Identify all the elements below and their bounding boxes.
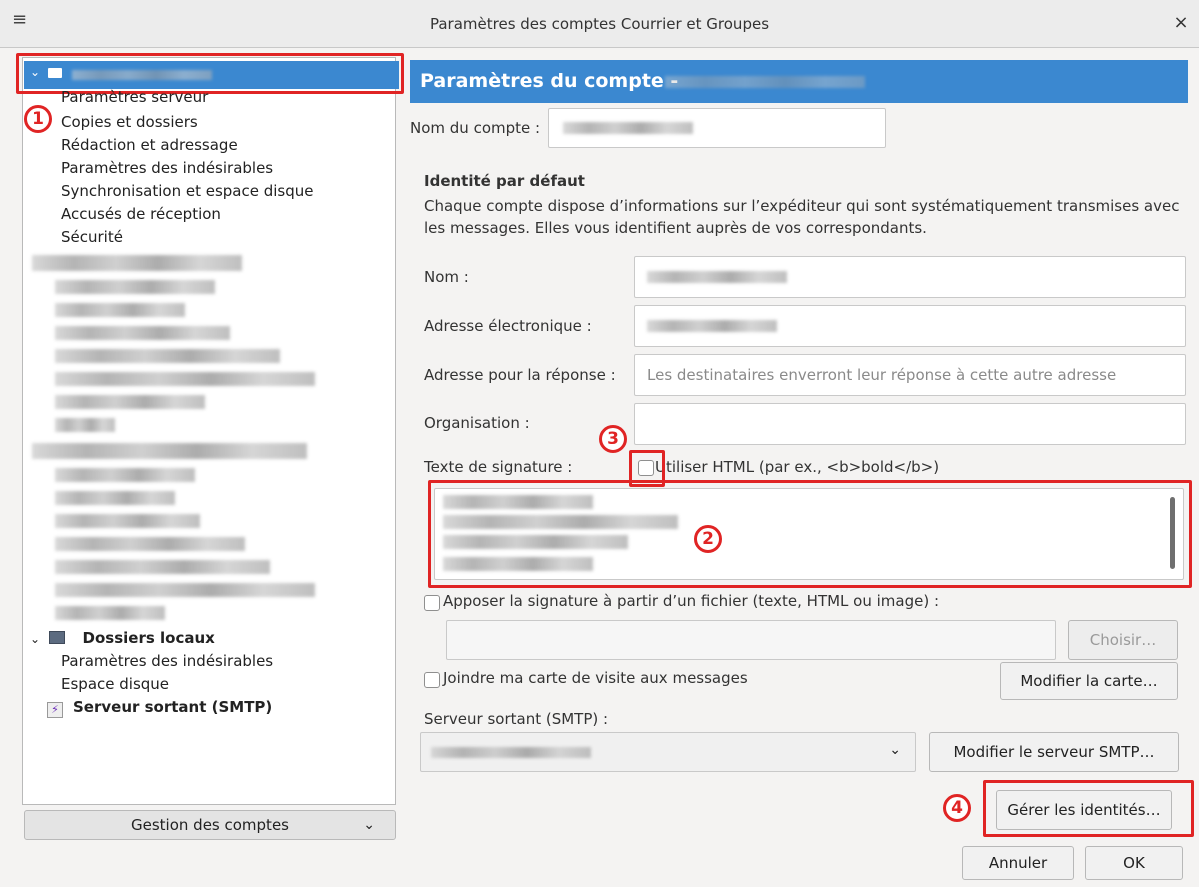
chevron-down-icon[interactable]: ⌄ [30,632,40,646]
redacted-tree-row [55,560,270,574]
tree-item-sync-disk[interactable]: Synchronisation et espace disque [61,180,314,202]
attach-vcard-checkbox[interactable] [424,672,440,688]
account-header-title: Paramètres du compte - [420,70,679,92]
redacted-tree-row [55,514,200,528]
smtp-select-label: Serveur sortant (SMTP) : [424,710,609,728]
redacted-tree-row [55,372,315,386]
edit-smtp-button[interactable]: Modifier le serveur SMTP… [929,732,1179,772]
use-html-label[interactable]: Utiliser HTML (par ex., <b>bold</b>) [655,458,939,476]
local-folders-label: Dossiers locaux [82,629,215,647]
redacted-tree-row [55,326,230,340]
tree-item-receipts[interactable]: Accusés de réception [61,203,221,225]
signature-file-checkbox[interactable] [424,595,440,611]
account-actions-label: Gestion des comptes [131,816,289,834]
redacted-smtp-server [431,747,591,758]
chevron-down-icon: ⌄ [363,817,375,833]
cancel-button[interactable]: Annuler [962,846,1074,880]
redacted-tree-row [55,395,205,409]
tree-item-local-folders[interactable]: ⌄ Dossiers locaux [30,627,215,650]
redacted-tree-row [32,443,307,459]
account-name-input[interactable] [548,108,886,148]
reply-to-label: Adresse pour la réponse : [424,366,616,384]
tree-item-composition[interactable]: Rédaction et adressage [61,134,238,156]
tree-item-copies-folders[interactable]: Copies et dossiers [61,111,198,133]
attach-vcard-label[interactable]: Joindre ma carte de visite aux messages [443,669,748,687]
tree-item-server-settings[interactable]: Paramètres serveur [61,86,208,108]
redacted-account-name [563,122,693,134]
window-title: Paramètres des comptes Courrier et Group… [429,15,770,33]
tree-item-disk-space[interactable]: Espace disque [61,673,169,695]
identity-description-line1: Chaque compte dispose d’informations sur… [424,197,1180,215]
redacted-tree-row [55,583,315,597]
edit-card-button[interactable]: Modifier la carte… [1000,662,1178,700]
identity-description-line2: les messages. Elles vous identifient aup… [424,219,927,237]
redacted-tree-row [55,418,115,432]
annotation-badge-3: 3 [599,425,627,453]
redacted-name [647,271,787,283]
annotation-box-identities [983,780,1194,837]
choose-file-button[interactable]: Choisir… [1068,620,1178,660]
computer-icon [49,631,66,644]
signature-file-label[interactable]: Apposer la signature à partir d’un fichi… [443,592,939,610]
redacted-tree-row [32,255,242,271]
smtp-server-icon: ⚡ [47,702,63,718]
organization-input[interactable] [634,403,1186,445]
tree-item-local-junk[interactable]: Paramètres des indésirables [61,650,273,672]
email-input[interactable] [634,305,1186,347]
redacted-tree-row [55,303,185,317]
redacted-tree-row [55,606,165,620]
annotation-badge-1: 1 [24,105,52,133]
smtp-server-select[interactable]: ⌄ [420,732,916,772]
reply-to-input[interactable]: Les destinataires enverront leur réponse… [634,354,1186,396]
organization-label: Organisation : [424,414,530,432]
annotation-badge-4: 4 [943,794,971,822]
account-actions-button[interactable]: Gestion des comptes ⌄ [24,810,396,840]
annotation-badge-2: 2 [694,525,722,553]
name-input[interactable] [634,256,1186,298]
signature-file-path-input[interactable] [446,620,1056,660]
ok-button[interactable]: OK [1085,846,1183,880]
tree-item-security[interactable]: Sécurité [61,226,123,248]
close-icon[interactable]: × [1172,14,1190,32]
redacted-tree-row [55,468,195,482]
redacted-email [647,320,777,332]
reply-to-placeholder: Les destinataires enverront leur réponse… [647,366,1117,384]
annotation-box-signature [428,480,1192,588]
smtp-label: Serveur sortant (SMTP) [73,698,273,716]
redacted-tree-row [55,349,280,363]
redacted-tree-row [55,537,245,551]
identity-heading: Identité par défaut [424,172,585,190]
tree-item-junk-settings[interactable]: Paramètres des indésirables [61,157,273,179]
redacted-account-title [665,76,865,88]
name-label: Nom : [424,268,469,286]
chevron-down-icon: ⌄ [889,742,901,758]
signature-label: Texte de signature : [424,458,573,476]
redacted-tree-row [55,280,215,294]
email-label: Adresse électronique : [424,317,592,335]
account-name-label: Nom du compte : [410,119,541,137]
redacted-tree-row [55,491,175,505]
tree-item-smtp[interactable]: ⚡ Serveur sortant (SMTP) [47,696,272,718]
